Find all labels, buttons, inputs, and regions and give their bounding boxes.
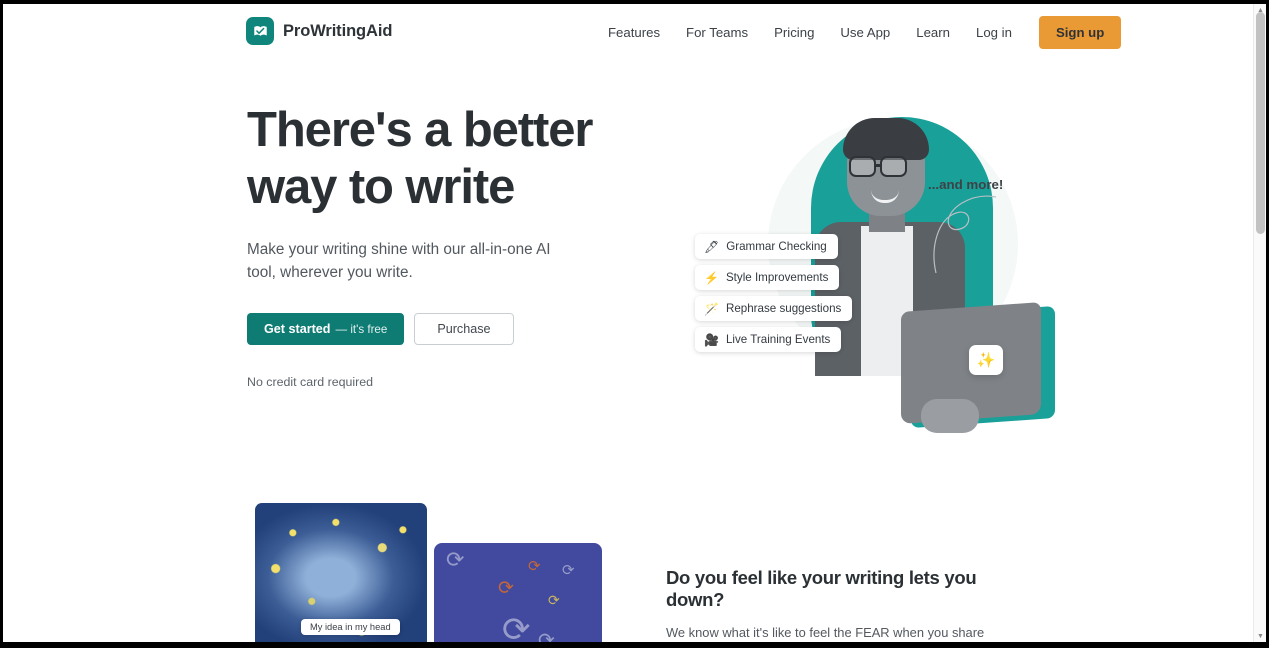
scroll-down-arrow-icon[interactable]: ▼ (1254, 631, 1266, 641)
spiral-doodle-icon: ⟳ (502, 611, 531, 642)
spiral-doodle-icon: ⟳ (528, 558, 541, 575)
nav-item-pricing[interactable]: Pricing (761, 19, 827, 46)
get-started-suffix: — it's free (335, 322, 388, 336)
spiral-doodle-icon: ⟳ (548, 592, 560, 608)
brand-name: ProWritingAid (283, 21, 393, 40)
get-started-button[interactable]: Get started — it's free (247, 313, 405, 346)
feature-chip-list: 🖋 Grammar Checking ⚡ Style Improvements … (695, 234, 910, 358)
sign-up-button[interactable]: Sign up (1038, 15, 1122, 49)
section2-text-block: Do you feel like your writing lets you d… (666, 567, 1016, 642)
nav-item-log-in[interactable]: Log in (963, 19, 1025, 46)
feature-chip-grammar-checking[interactable]: 🖋 Grammar Checking (695, 234, 838, 259)
window-bottom-edge (0, 642, 1269, 648)
hero-cta-row: Get started — it's free Purchase (247, 313, 647, 346)
idea-caption: My idea in my head (301, 619, 400, 635)
hero-subtitle: Make your writing shine with our all-in-… (247, 240, 551, 281)
feature-chip-label: Style Improvements (725, 271, 829, 284)
person-hair (843, 118, 929, 160)
browser-viewport: ProWritingAid Features For Teams Pricing… (3, 4, 1266, 642)
purchase-button[interactable]: Purchase (414, 313, 514, 346)
glasses-bridge-icon (876, 164, 882, 167)
nav-item-use-app[interactable]: Use App (827, 19, 903, 46)
get-started-label: Get started (264, 322, 331, 337)
glasses-left-lens-icon (849, 156, 876, 177)
site-header: ProWritingAid Features For Teams Pricing… (3, 4, 1256, 60)
hero-illustration: ✨ ...and more! 🖋 Grammar Checking ⚡ Styl… (663, 99, 1055, 433)
movie-camera-icon: 🎥 (704, 332, 719, 347)
spiral-doodle-icon: ⟳ (498, 578, 514, 599)
feature-chip-label: Grammar Checking (726, 240, 827, 253)
curved-arrow-icon (933, 195, 997, 274)
spiral-doodle-icon: ⟳ (562, 562, 575, 579)
sparkle-icon: ✨ (976, 352, 996, 369)
nav-item-features[interactable]: Features (603, 19, 673, 46)
hero-text-block: There's a better way to write Make your … (247, 102, 647, 389)
sparkle-badge: ✨ (969, 345, 1003, 375)
feature-chip-rephrase-suggestions[interactable]: 🪄 Rephrase suggestions (695, 296, 853, 321)
sketch-panel: ⟳ ⟳ ⟳ ⟳ ⟳ ⟳ ⟳ (434, 543, 602, 642)
scrollbar-thumb[interactable] (1256, 12, 1265, 234)
spiral-doodle-icon: ⟳ (538, 630, 555, 642)
feature-chip-label: Live Training Events (725, 333, 831, 346)
nav-item-learn[interactable]: Learn (903, 19, 963, 46)
section2-title: Do you feel like your writing lets you d… (666, 567, 977, 610)
feature-chip-label: Rephrase suggestions (725, 302, 842, 315)
feature-chip-live-training-events[interactable]: 🎥 Live Training Events (695, 327, 842, 352)
lightning-bolt-icon: ⚡ (704, 270, 719, 285)
nav-item-for-teams[interactable]: For Teams (673, 19, 761, 46)
page-title: There's a better way to write (247, 103, 593, 214)
main-navigation: Features For Teams Pricing Use App Learn… (603, 4, 1122, 60)
section2-body: We know what it's like to feel the FEAR … (666, 625, 985, 640)
fountain-pen-icon: 🖋 (704, 239, 720, 254)
glasses-right-lens-icon (880, 156, 907, 177)
no-credit-card-note: No credit card required (247, 375, 374, 390)
feature-chip-style-improvements[interactable]: ⚡ Style Improvements (695, 265, 840, 290)
spiral-doodle-icon: ⟳ (446, 547, 465, 572)
vertical-scrollbar[interactable]: ▲ ▼ (1253, 4, 1266, 642)
brand-logo[interactable]: ProWritingAid (246, 17, 392, 45)
book-check-logo-icon (246, 17, 274, 45)
magic-wand-icon: 🪄 (704, 301, 719, 316)
person-hand (921, 399, 979, 433)
